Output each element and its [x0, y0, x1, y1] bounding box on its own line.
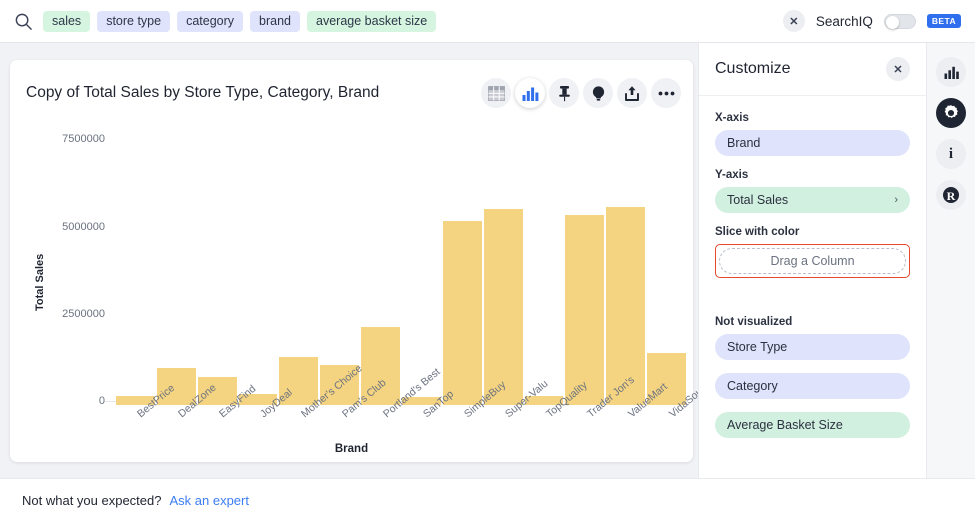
not-visualized-label: Not visualized	[715, 316, 793, 328]
not-visualized-item-average-basket-size[interactable]: Average Basket Size	[715, 412, 910, 438]
y-axis-tick-label: 0	[98, 395, 105, 407]
footer-text: Not what you expected?	[22, 492, 162, 508]
x-axis-field-label: X-axis	[715, 112, 749, 124]
chart-card: Copy of Total Sales by Store Type, Categ…	[10, 60, 716, 462]
customize-panel: Customize ✕ X-axis Brand Y-axis Total Sa…	[698, 43, 927, 521]
x-axis-tick: ValueMart	[606, 381, 670, 477]
slice-with-color-label: Slice with color	[715, 226, 800, 238]
x-axis-tick: DealZone	[157, 382, 219, 477]
searchiq-label: SearchIQ	[815, 13, 873, 29]
y-axis-tick-label: 7500000	[62, 133, 105, 146]
clear-search-button[interactable]: ✕	[782, 10, 805, 32]
x-axis-column-pill[interactable]: Brand	[715, 130, 910, 156]
footer-bar: Not what you expected? Ask an expert	[0, 478, 975, 521]
search-chips[interactable]: sales store type category brand average …	[43, 10, 783, 32]
y-axis-column-pill[interactable]: Total Sales ›	[715, 187, 910, 213]
bar[interactable]	[483, 208, 523, 405]
y-axis-tick-label: 2500000	[62, 307, 105, 320]
app-root: sales store type category brand average …	[0, 0, 975, 521]
search-bar-actions: ✕ SearchIQ BETA	[782, 10, 961, 32]
search-icon[interactable]	[14, 12, 33, 31]
customize-panel-title: Customize	[715, 60, 791, 77]
not-visualized-item-store-type[interactable]: Store Type	[715, 334, 910, 360]
chart-icon[interactable]	[936, 57, 966, 87]
table-view-icon[interactable]	[481, 78, 511, 108]
search-chip-brand[interactable]: brand	[250, 10, 301, 32]
share-icon[interactable]	[617, 78, 647, 108]
pin-icon[interactable]	[549, 78, 579, 108]
not-visualized-item-label: Category	[727, 379, 778, 393]
search-chip-average-basket-size[interactable]: average basket size	[307, 10, 437, 32]
x-axis-tick: JoyDeal	[239, 387, 295, 477]
x-axis-tick: TopQuality	[525, 379, 590, 477]
chart-view-icon[interactable]	[515, 78, 545, 108]
y-axis-tick-label: 5000000	[62, 220, 105, 233]
x-axis-title: Brand	[334, 443, 369, 455]
settings-gear-icon[interactable]	[936, 98, 966, 128]
more-options-icon[interactable]	[651, 78, 681, 108]
right-rail: i R	[926, 43, 975, 521]
x-axis-column-value: Brand	[727, 136, 761, 150]
close-icon[interactable]: ✕	[886, 57, 910, 81]
x-axis-tick: Mother's Choice	[279, 362, 365, 477]
x-axis-tick: Pam's Club	[320, 377, 389, 477]
r-analysis-icon[interactable]: R	[936, 180, 966, 210]
x-axis-tick: SimpleBuy	[443, 379, 508, 477]
x-axis-ticks: BestPrice DealZone EasyFind JoyDeal Mother's…	[116, 362, 716, 477]
beta-badge: BETA	[926, 14, 961, 28]
ask-an-expert-link[interactable]: Ask an expert	[169, 493, 249, 508]
bar-series	[116, 115, 687, 405]
x-axis-tick: BestPrice	[116, 382, 177, 477]
info-icon-glyph: i	[948, 145, 954, 162]
customize-panel-header: Customize ✕	[699, 43, 926, 96]
bars-container	[116, 115, 687, 405]
x-axis-tick: Super-Valu	[484, 378, 550, 477]
main-content: Copy of Total Sales by Store Type, Categ…	[0, 43, 975, 521]
search-bar[interactable]: sales store type category brand average …	[0, 0, 975, 43]
chart-toolbar	[481, 78, 681, 108]
x-axis-tick: Trader Jon's	[565, 374, 637, 477]
bar[interactable]	[442, 220, 482, 405]
x-axis-tick: VidaSource	[647, 376, 716, 477]
search-chip-sales[interactable]: sales	[43, 10, 91, 32]
chevron-right-icon[interactable]: ›	[894, 194, 898, 206]
y-axis-field-label: Y-axis	[715, 169, 749, 181]
not-visualized-item-category[interactable]: Category	[715, 373, 910, 399]
x-axis-tick: Portland's Best	[361, 366, 443, 477]
chart-title: Copy of Total Sales by Store Type, Categ…	[26, 84, 380, 101]
x-axis-tick: EasyFind	[198, 383, 258, 477]
y-axis-column-value: Total Sales	[727, 193, 789, 207]
not-visualized-item-label: Average Basket Size	[727, 418, 843, 432]
svg-text:R: R	[947, 189, 956, 203]
x-axis-tick: SanTop	[402, 388, 456, 477]
y-axis-ticks: 7500000 5000000 2500000 0	[10, 115, 105, 415]
bar[interactable]	[565, 214, 605, 405]
customize-panel-body: X-axis Brand Y-axis Total Sales › Slice …	[699, 96, 926, 438]
search-chip-store-type[interactable]: store type	[97, 10, 171, 32]
slice-with-color-dropzone[interactable]: Drag a Column	[719, 248, 906, 274]
searchiq-toggle-knob	[885, 15, 899, 29]
searchiq-toggle[interactable]	[883, 13, 916, 29]
slice-with-color-dropzone-highlight: Drag a Column	[715, 244, 910, 278]
info-icon[interactable]: i	[936, 139, 966, 169]
plot-region: Total Sales 7500000 5000000 2500000 0 BestP…	[10, 115, 716, 462]
panel-section-divider	[715, 294, 910, 316]
search-chip-category[interactable]: category	[177, 10, 244, 32]
insights-lightbulb-icon[interactable]	[583, 78, 613, 108]
not-visualized-item-label: Store Type	[727, 340, 788, 354]
